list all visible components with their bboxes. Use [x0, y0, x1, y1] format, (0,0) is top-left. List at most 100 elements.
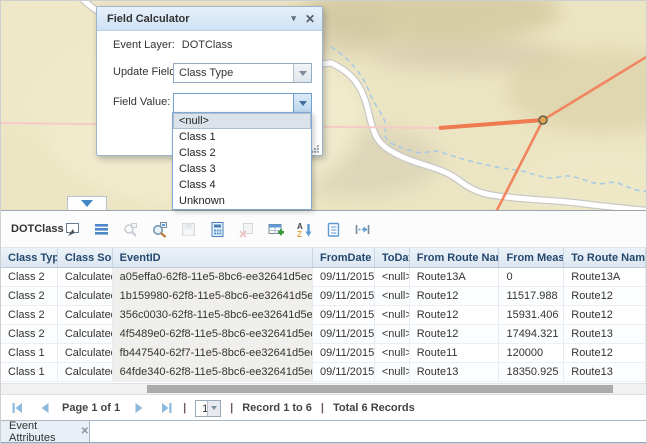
table-cell: Route12 [410, 325, 500, 343]
panel-collapse-tab[interactable] [67, 196, 107, 210]
table-cell: Route13 [564, 325, 646, 343]
table-cell: Route13A [564, 268, 646, 286]
show-selected-records-icon[interactable] [92, 220, 110, 238]
dropdown-option[interactable]: Class 3 [173, 161, 311, 177]
sort-icon[interactable]: AZ [295, 220, 313, 238]
page-number-selector[interactable]: 1 [195, 400, 221, 417]
field-calculator-icon[interactable] [208, 220, 226, 238]
table-cell: 09/11/2015 [313, 325, 375, 343]
table-cell: <null> [375, 268, 410, 286]
column-header[interactable]: To Route Name [564, 248, 646, 267]
update-field-combobox[interactable]: Class Type [173, 63, 312, 83]
update-field-combobox-value: Class Type [179, 66, 233, 81]
separator: | [183, 402, 186, 414]
dropdown-button[interactable] [293, 94, 311, 112]
dropdown-option[interactable]: Class 4 [173, 177, 311, 193]
table-cell: 11517.988 [499, 287, 564, 305]
table-cell: Class 2 [1, 325, 58, 343]
layer-name-label: DOTClass [11, 223, 59, 235]
next-page-button[interactable] [132, 401, 146, 415]
dropdown-option[interactable]: Class 2 [173, 145, 311, 161]
table-cell: 09/11/2015 [313, 306, 375, 324]
table-cell: 09/11/2015 [313, 268, 375, 286]
delete-selected-icon[interactable] [237, 220, 255, 238]
page-label: Page 1 of 1 [62, 402, 120, 414]
column-header[interactable]: EventID [113, 248, 313, 267]
select-records-icon[interactable] [63, 220, 81, 238]
dropdown-option[interactable]: Class 1 [173, 129, 311, 145]
table-cell: Route11 [410, 344, 500, 362]
record-range-label: Record 1 to 6 [242, 402, 312, 414]
table-cell: Calculated [58, 287, 113, 305]
table-row[interactable]: Class 2Calculated356c0030-62f8-11e5-8bc6… [1, 306, 646, 325]
column-header[interactable]: From Route Name [410, 248, 500, 267]
table-row[interactable]: Class 2Calculated4f5489e0-62f8-11e5-8bc6… [1, 325, 646, 344]
table-cell: 18350.925 [499, 363, 564, 381]
separator: | [230, 402, 233, 414]
collapse-caret-icon[interactable]: ▾ [291, 13, 296, 24]
first-page-button[interactable] [10, 401, 24, 415]
close-icon[interactable]: ✕ [305, 12, 315, 26]
table-cell: 09/11/2015 [313, 287, 375, 305]
caret-down-icon [299, 101, 307, 106]
route-junction-point[interactable] [539, 116, 547, 124]
event-layer-label: Event Layer: [113, 39, 175, 51]
event-layer-value: DOTClass [182, 39, 233, 51]
table-header-row: Class TypeClass SourceEventIDFromDateToD… [1, 248, 646, 268]
table-row[interactable]: Class 1Calculatedfb447540-62f7-11e5-8bc6… [1, 344, 646, 363]
dropdown-option[interactable]: <null> [173, 113, 311, 129]
previous-page-button[interactable] [38, 401, 52, 415]
column-header[interactable]: FromDate [313, 248, 375, 267]
table-cell: 4f5489e0-62f8-11e5-8bc6-ee32641d5ec9 [113, 325, 313, 343]
svg-text:Z: Z [297, 230, 302, 238]
table-cell: fb447540-62f7-11e5-8bc6-ee32641d5ec9 [113, 344, 313, 362]
table-cell: Calculated [58, 306, 113, 324]
table-cell: Calculated [58, 268, 113, 286]
table-cell: <null> [375, 287, 410, 305]
table-toolbar: DOTClass AZ [1, 211, 646, 248]
table-cell: Route12 [564, 344, 646, 362]
save-icon[interactable] [179, 220, 197, 238]
dropdown-option[interactable]: Unknown [173, 193, 311, 209]
column-header[interactable]: Class Source [58, 248, 113, 267]
column-header[interactable]: ToDate [375, 248, 410, 267]
table-cell: Calculated [58, 325, 113, 343]
dropdown-button[interactable] [293, 64, 311, 82]
table-cell: Route12 [410, 287, 500, 305]
dialog-title: Field Calculator [107, 13, 190, 25]
table-cell: 356c0030-62f8-11e5-8bc6-ee32641d5ec9 [113, 306, 313, 324]
table-row[interactable]: Class 2Calculated1b159980-62f8-11e5-8bc6… [1, 287, 646, 306]
zoom-to-selected-icon[interactable] [121, 220, 139, 238]
dropdown-button[interactable] [207, 401, 220, 416]
table-cell: <null> [375, 325, 410, 343]
column-header[interactable]: Class Type [1, 248, 58, 267]
pagination-bar: Page 1 of 1 | 1 | Record 1 to 6 | Total … [1, 396, 646, 420]
tab-event-attributes[interactable]: Event Attributes ✕ [1, 421, 90, 442]
field-value-dropdown-list: <null>Class 1Class 2Class 3Class 4Unknow… [172, 112, 312, 210]
zoom-to-feature-icon[interactable] [150, 220, 168, 238]
scrollbar-thumb[interactable] [147, 385, 613, 393]
caret-down-icon [299, 71, 307, 76]
table-row[interactable]: Class 2Calculateda05effa0-62f8-11e5-8bc6… [1, 268, 646, 287]
table-cell: a05effa0-62f8-11e5-8bc6-ee32641d5ec9 [113, 268, 313, 286]
field-value-row: Field Value: [113, 96, 170, 108]
append-records-icon[interactable] [266, 220, 284, 238]
close-icon[interactable]: ✕ [81, 426, 89, 437]
table-cell: Route12 [564, 287, 646, 305]
resize-grip[interactable] [311, 145, 319, 153]
column-header[interactable]: From Measure [499, 248, 564, 267]
table-cell: Class 1 [1, 344, 58, 362]
switch-view-icon[interactable] [353, 220, 371, 238]
last-page-button[interactable] [160, 401, 174, 415]
table-cell: Calculated [58, 344, 113, 362]
dialog-titlebar[interactable]: Field Calculator ▾ ✕ [97, 7, 322, 31]
table-cell: 09/11/2015 [313, 363, 375, 381]
chevron-down-icon [81, 200, 93, 207]
table-row[interactable]: Class 1Calculated64fde340-62f8-11e5-8bc6… [1, 363, 646, 382]
field-value-combobox[interactable] [173, 93, 312, 113]
table-body: Class 2Calculateda05effa0-62f8-11e5-8bc6… [1, 268, 646, 382]
horizontal-scrollbar[interactable] [1, 383, 646, 395]
edit-attributes-icon[interactable] [324, 220, 342, 238]
total-records-label: Total 6 Records [333, 402, 415, 414]
table-cell: 1b159980-62f8-11e5-8bc6-ee32641d5ec9 [113, 287, 313, 305]
